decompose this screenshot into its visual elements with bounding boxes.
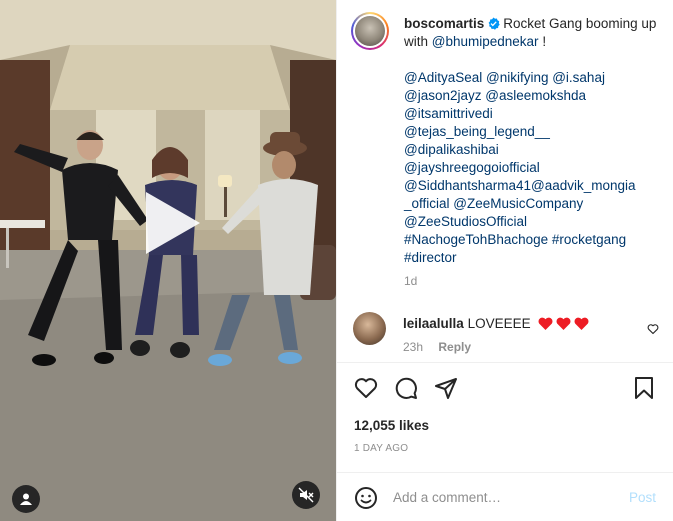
user-tag-icon xyxy=(20,493,32,505)
caption-tags: @AdityaSeal @nikifying @i.sahaj @jason2j… xyxy=(404,69,666,267)
verified-badge-icon xyxy=(488,17,500,30)
post-caption: boscomartis Rocket Gang booming up with … xyxy=(404,15,666,267)
tag-line[interactable]: _official @ZeeMusicCompany xyxy=(404,195,666,213)
commenter-username[interactable]: leilaalulla xyxy=(403,316,464,331)
post-date[interactable]: 1 DAY AGO xyxy=(354,443,408,454)
commenter-avatar[interactable] xyxy=(353,312,386,345)
mute-icon xyxy=(298,487,314,503)
comment-text: LOVEEEE xyxy=(467,316,531,331)
red-heart-icon xyxy=(556,317,571,330)
heart-icon xyxy=(647,324,659,335)
like-button[interactable] xyxy=(354,376,378,405)
heart-icon xyxy=(354,378,378,398)
comment-icon xyxy=(395,377,417,399)
comment-like-button[interactable] xyxy=(647,322,659,340)
red-heart-icon xyxy=(574,317,589,330)
emoji-button[interactable] xyxy=(354,486,378,515)
tag-line[interactable]: #NachogeTohBhachoge #rocketgang xyxy=(404,231,666,249)
bookmark-icon xyxy=(635,377,653,399)
tag-line[interactable]: @jason2jayz @asleemokshda xyxy=(404,87,666,105)
tag-line[interactable]: @itsamittrivedi xyxy=(404,105,666,123)
mute-button[interactable] xyxy=(292,481,320,509)
caption-timestamp[interactable]: 1d xyxy=(404,274,417,288)
emoji-icon xyxy=(355,487,377,509)
tag-line[interactable]: @AdityaSeal @nikifying @i.sahaj xyxy=(404,69,666,87)
comment-input[interactable] xyxy=(393,485,613,509)
red-heart-icon xyxy=(538,317,553,330)
caption-section: boscomartis Rocket Gang booming up with … xyxy=(337,0,673,300)
post-actions-bar xyxy=(337,363,673,409)
tag-line[interactable]: @tejas_being_legend__ xyxy=(404,123,666,141)
author-avatar[interactable] xyxy=(351,12,389,50)
tag-line[interactable]: @jayshreegogoiofficial xyxy=(404,159,666,177)
post-comment-button[interactable]: Post xyxy=(629,490,656,505)
post-details-panel: boscomartis Rocket Gang booming up with … xyxy=(336,0,673,521)
heart-emojis xyxy=(538,317,589,331)
post-video[interactable] xyxy=(0,0,336,521)
likes-count[interactable]: 12,055 likes xyxy=(354,418,429,433)
play-icon xyxy=(146,192,200,254)
user-tags-button[interactable] xyxy=(12,485,40,513)
comment-body: leilaalulla LOVEEEE xyxy=(403,315,589,333)
share-button[interactable] xyxy=(434,376,458,405)
caption-mention-link[interactable]: @bhumipednekar xyxy=(432,34,539,49)
comment-button[interactable] xyxy=(394,376,418,405)
add-comment-form: Post xyxy=(337,473,673,521)
tag-line[interactable]: @ZeeStudiosOfficial xyxy=(404,213,666,231)
reply-button[interactable]: Reply xyxy=(438,340,471,354)
author-username[interactable]: boscomartis xyxy=(404,16,484,31)
comment-timestamp[interactable]: 23h xyxy=(403,340,423,354)
save-button[interactable] xyxy=(632,376,656,405)
comment-meta: 23h Reply xyxy=(403,340,471,354)
comment-item: leilaalulla LOVEEEE 23h Reply xyxy=(353,312,659,358)
tag-line[interactable]: @dipalikashibai xyxy=(404,141,666,159)
tag-line[interactable]: @Siddhantsharma41@aadvik_mongia xyxy=(404,177,666,195)
tag-line[interactable]: #director xyxy=(404,249,666,267)
share-icon xyxy=(435,378,457,399)
video-frame xyxy=(0,0,336,521)
caption-bang: ! xyxy=(542,34,547,49)
play-button[interactable] xyxy=(138,190,204,256)
